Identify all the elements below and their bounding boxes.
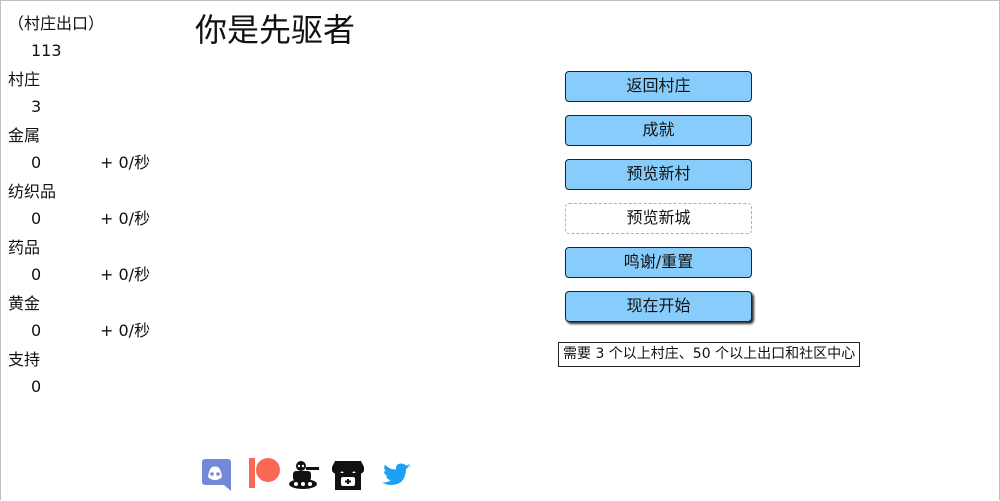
resource-metal: 金属 0 + 0/秒 [8,126,188,182]
resource-textiles: 纺织品 0 + 0/秒 [8,182,188,238]
preview-city-button[interactable]: 预览新城 [565,203,752,234]
resource-rate: + 0/秒 [100,209,151,228]
resource-rate: + 0/秒 [100,153,151,172]
preview-village-button[interactable]: 预览新村 [565,159,752,190]
action-buttons: 返回村庄 成就 预览新村 预览新城 鸣谢/重置 现在开始 [565,71,753,335]
resource-name: 黄金 [8,294,41,313]
return-village-button[interactable]: 返回村庄 [565,71,752,102]
achievements-button[interactable]: 成就 [565,115,752,146]
twitter-icon[interactable] [381,455,415,493]
resource-villages: 村庄 3 [8,70,188,126]
resource-rate: + 0/秒 [100,265,151,284]
resource-gold: 黄金 0 + 0/秒 [8,294,188,350]
discord-icon[interactable] [198,455,232,493]
resource-medicine: 药品 0 + 0/秒 [8,238,188,294]
patreon-icon[interactable] [248,455,282,493]
requirement-note: 需要 3 个以上村庄、50 个以上出口和社区中心 [558,342,861,367]
page-title: 你是先驱者 [195,11,356,49]
resource-amount: 0 [31,209,42,228]
resource-amount: 0 [31,265,42,284]
resource-rate: + 0/秒 [100,321,151,340]
credits-reset-button[interactable]: 鸣谢/重置 [565,247,752,278]
resource-name: 纺织品 [8,182,57,201]
resource-name: 金属 [8,126,41,145]
resource-name: 村庄 [8,70,41,89]
resource-name: 支持 [8,350,41,369]
resource-village-exits: （村庄出口） 113 [8,14,188,70]
resource-name: 药品 [8,238,41,257]
itch-io-icon[interactable] [331,455,365,493]
start-now-button[interactable]: 现在开始 [565,291,752,322]
reddit-tank-icon[interactable] [286,455,320,493]
resource-amount: 0 [31,153,42,172]
resource-name: （村庄出口） [8,14,105,33]
resource-amount: 0 [31,377,42,396]
resource-amount: 3 [31,97,42,116]
resource-sidebar: （村庄出口） 113 村庄 3 金属 0 + 0/秒 纺织品 0 + 0/秒 药… [8,14,188,406]
resource-amount: 0 [31,321,42,340]
resource-support: 支持 0 [8,350,188,406]
resource-amount: 113 [31,41,62,60]
